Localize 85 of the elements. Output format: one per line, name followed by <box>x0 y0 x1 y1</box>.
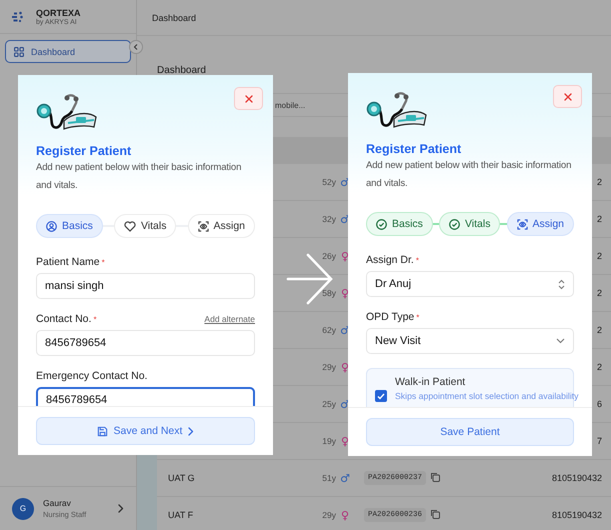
chevron-icon <box>188 426 194 436</box>
checkbox[interactable] <box>375 390 387 402</box>
phone-number: 8105190432 <box>552 510 602 520</box>
phone-number: 2 <box>596 325 602 335</box>
patient-age: 52y <box>322 177 336 187</box>
gender-symbol: ♀ <box>340 508 350 522</box>
chevron-down-icon <box>556 338 565 344</box>
patient-age: 58y <box>322 288 336 298</box>
step-tab[interactable]: Basics <box>36 214 103 238</box>
step-tab[interactable]: Basics <box>366 212 433 236</box>
phone-number: 2 <box>596 288 602 298</box>
dialog-title: Register Patient <box>366 142 462 156</box>
check-circle-icon <box>376 218 387 230</box>
dialog-description: Add new patient below with their basic information and vitals. <box>36 161 242 193</box>
phone-number: 2 <box>596 214 602 224</box>
field-label: Contact No. <box>36 313 92 326</box>
scan-icon <box>198 220 208 232</box>
field-label: Patient Name <box>36 256 100 269</box>
step-tab[interactable]: Assign <box>188 214 256 238</box>
phone-number: 2 <box>596 362 602 372</box>
close-icon <box>244 94 252 102</box>
patient-age: 26y <box>322 251 336 261</box>
checkbox-hint: Skips appointment slot selection and availability <box>395 391 579 401</box>
required-mark: * <box>93 314 97 326</box>
phone-number: 2 <box>596 177 602 187</box>
gender-symbol: ♀ <box>340 360 350 374</box>
heart-icon <box>124 220 136 232</box>
page-title: Dashboard <box>157 65 206 76</box>
copy-icon[interactable] <box>430 472 440 482</box>
gender-symbol: ♀ <box>340 250 350 262</box>
required-mark: * <box>102 257 105 269</box>
phone-number: 6 <box>596 399 602 409</box>
patient-name: UAT G <box>168 473 196 483</box>
header-title: Dashboard <box>152 12 196 22</box>
field-label: OPD Type <box>366 311 414 324</box>
field-label: Emergency Contact No. <box>36 370 148 383</box>
patient-age: 51y <box>322 473 336 483</box>
user-avatar: G <box>12 498 34 520</box>
phone-number: 7 <box>596 436 602 446</box>
phone-number: 8105190432 <box>552 473 602 483</box>
patient-age: 19y <box>322 436 336 446</box>
user-name: Gaurav <box>43 498 72 508</box>
save-icon <box>96 426 108 436</box>
required-mark: * <box>416 312 420 324</box>
search-field[interactable]: mobile... <box>273 98 308 112</box>
step-tab[interactable]: Assign <box>506 212 574 236</box>
patient-age: 25y <box>322 399 336 409</box>
add-alternate-link[interactable]: Add alternate <box>204 313 255 326</box>
patient-age: 29y <box>322 510 336 520</box>
chevron-icon <box>118 504 124 513</box>
sort-icon <box>558 278 565 290</box>
close-button[interactable] <box>234 87 263 110</box>
field-label: Assign Dr. <box>366 254 414 267</box>
logo-icon <box>12 10 24 22</box>
patient-name: UAT F <box>168 510 194 520</box>
phone-number: 2 <box>596 251 602 261</box>
step-tab[interactable]: Vitals <box>114 214 176 238</box>
gender-symbol: ♂ <box>340 472 350 484</box>
check-circle-icon <box>448 218 460 230</box>
brand-name: QORTEXA <box>36 8 81 18</box>
user-circle-icon <box>46 220 57 232</box>
grid-icon <box>14 46 24 56</box>
patient-age: 29y <box>322 362 336 372</box>
input-field[interactable]: mansi singh <box>36 273 255 299</box>
copy-icon[interactable] <box>430 509 440 519</box>
nav-item[interactable]: Dashboard <box>5 40 131 63</box>
required-mark: * <box>416 255 419 267</box>
checkbox-label: Walk-in Patient <box>395 376 466 388</box>
input-field[interactable]: 8456789654 <box>36 330 255 356</box>
gender-symbol: ♀ <box>340 434 350 448</box>
scan-icon <box>516 218 528 230</box>
collapse-button[interactable] <box>129 40 143 54</box>
gender-symbol: ♀ <box>340 286 350 300</box>
patient-age: 62y <box>322 325 336 335</box>
save-patient-button[interactable]: Save Patient <box>366 418 574 446</box>
close-icon <box>564 92 572 100</box>
dropdown-select[interactable]: New Visit <box>366 328 574 354</box>
arrow-icon <box>286 253 334 305</box>
close-button[interactable] <box>553 85 582 108</box>
doctor-select[interactable]: Dr Anuj <box>366 271 574 297</box>
save-next-button[interactable]: Save and Next <box>36 417 255 445</box>
step-tab[interactable]: Vitals <box>438 212 500 236</box>
dialog-title: Register Patient <box>36 144 132 158</box>
patient-age: 32y <box>322 214 336 224</box>
dialog-description: Add new patient below with their basic information and vitals. <box>366 159 572 191</box>
